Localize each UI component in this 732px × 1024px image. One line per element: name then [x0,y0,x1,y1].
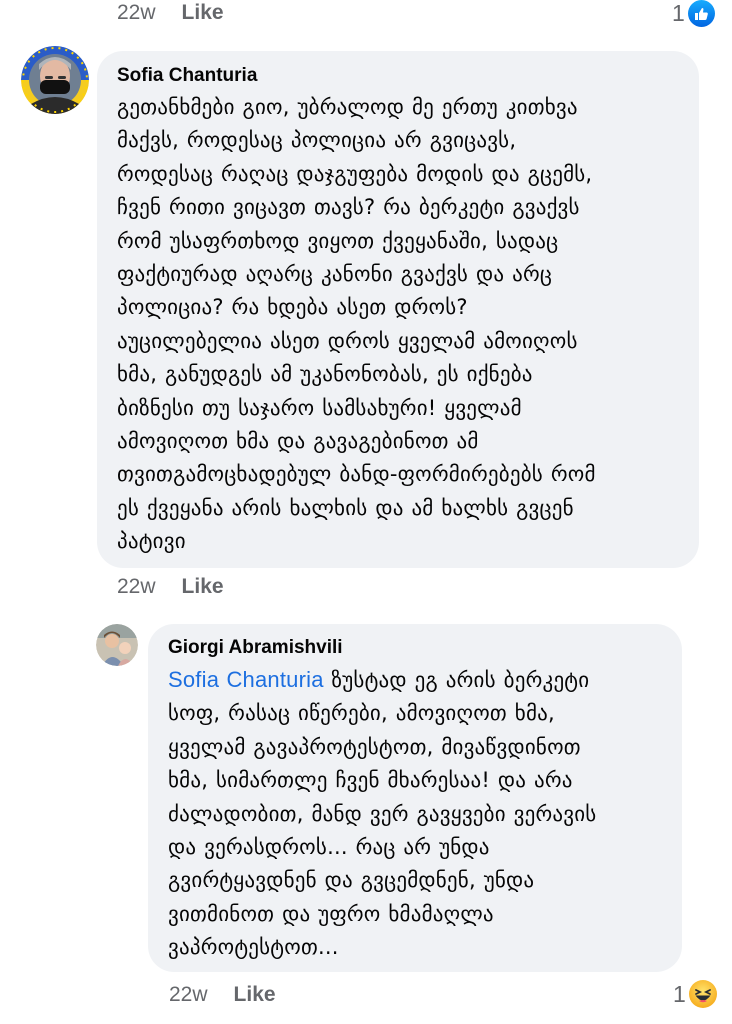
comment-line: პატივი [117,529,186,554]
comment-timestamp[interactable]: 22w [169,983,208,1007]
reaction-count: 1 [672,0,685,26]
profile-photo-child [96,624,138,666]
comment-meta-top: 22w Like [117,0,224,26]
comment-author-name[interactable]: Giorgi Abramishvili [168,637,662,659]
profile-photo-ukraine-frame [21,46,89,114]
comment-line: პოლიცია? რა ხდება ასეთ დროს? [117,295,468,320]
avatar[interactable] [21,46,89,114]
like-button[interactable]: Like [182,1,224,25]
comment-meta: 22w Like [169,982,276,1008]
comment-text: გეთანხმები გიო, უბრალოდ მე ერთუ კითხვა მა… [117,91,679,559]
like-button[interactable]: Like [182,575,224,599]
comment-line: რომ უსაფრთხოდ ვიყოთ ქვეყანაში, სადაც [117,228,559,253]
comment-timestamp[interactable]: 22w [117,1,156,25]
comment-line: როდესაც რაღაც დაჯგუფება მოდის და გცემს, [117,161,593,186]
comment-line: ბიზნესი თუ საჯარო სამსახური! ყველამ [117,395,522,420]
comment-line: ხმა, განუდგეს ამ უკანონობას, ეს იქნება [117,362,533,387]
avatar[interactable] [96,624,138,666]
comment-line: ზუსტად ეგ არის ბერკეტი [323,668,590,692]
comment-line: ჩვენ რითი ვიცავთ თავს? რა ბერკეტი გვაქვს [117,195,580,220]
comment-line: ფაქტიურად აღარც კანონი გვაქვს და არც [117,262,553,287]
comment-line: ყველამ გავაპროტესტოთ, მივაწვდინოთ [168,734,581,759]
comment-line: ამოვიღოთ ხმა და გავაგებინოთ ამ [117,429,479,454]
comment-line: და ვერასდროს... რაც არ უნდა [168,835,490,860]
comment-line: ვაპროტესტოთ... [168,935,339,960]
comment-text: Sofia Chanturia ზუსტად ეგ არის ბერკეტი ს… [168,663,662,965]
comment-first-line: Sofia Chanturia ზუსტად ეგ არის ბერკეტი [168,663,662,697]
comment-line: სოფ, რასაც იწერები, ამოვიღოთ ხმა, [168,701,555,726]
reaction-count: 1 [673,980,686,1007]
comment-meta: 22w Like [117,574,224,600]
like-button[interactable]: Like [234,983,276,1007]
comment-line: თვითგამოცხადებულ ბანდ-ფორმირებებს რომ [117,462,596,487]
comment-bubble: Sofia Chanturia გეთანხმები გიო, უბრალოდ … [97,51,699,568]
like-icon [687,0,715,27]
haha-icon [688,980,717,1008]
reply-bubble: Giorgi Abramishvili Sofia Chanturia ზუსტ… [148,624,682,972]
comment-line: ძალადობით, მანდ ვერ გავყვები ვერავის [168,801,597,826]
comment-line: ხმა, სიმართლე ჩვენ მხარესაა! და არა [168,768,573,793]
comment-line: მაქვს, როდესაც პოლიცია არ გვიცავს, [117,128,517,153]
comment-line: გვირტყავდნენ და გვცემდნენ, უნდა [168,868,535,893]
comment-line: ეს ქვეყანა არის ხალხის და ამ ხალხს გვცენ [117,495,574,520]
mention-link[interactable]: Sofia Chanturia [168,667,324,692]
comment-line: გეთანხმები გიო, უბრალოდ მე ერთუ კითხვა [117,95,578,119]
reaction-summary[interactable]: 1 [673,980,717,1008]
comment-timestamp[interactable]: 22w [117,575,156,599]
comment-line: აუცილებელია ასეთ დროს ყველამ ამოიღოს [117,328,578,353]
reaction-summary-top[interactable]: 1 [672,0,715,27]
comment-line: ვითმინოთ და უფრო ხმამაღლა [168,901,494,926]
comment-author-name[interactable]: Sofia Chanturia [117,65,679,87]
